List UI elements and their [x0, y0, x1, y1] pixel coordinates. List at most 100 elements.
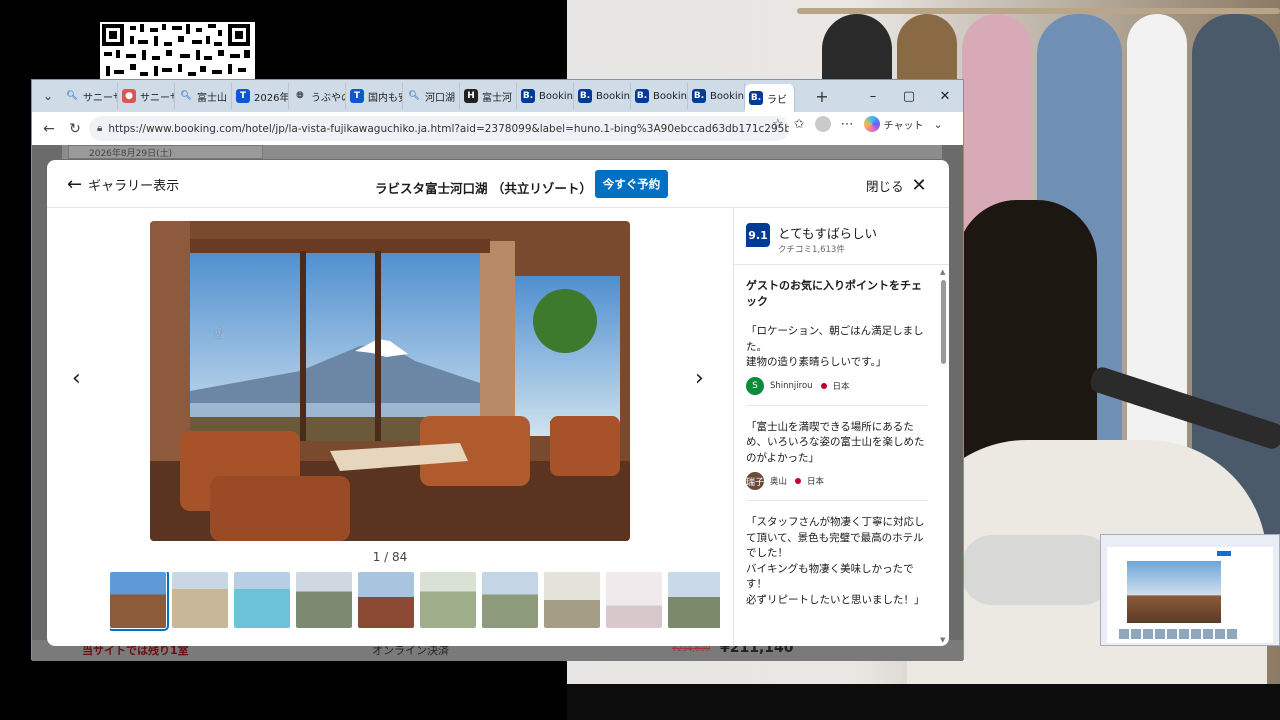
- thumbnail-2[interactable]: [172, 572, 228, 628]
- browser-tab[interactable]: B. Bookin: [631, 83, 688, 109]
- tab-favicon-icon: B.: [635, 89, 649, 103]
- tab-label: サニーサ: [140, 92, 174, 104]
- tab-label: 河口湖: [425, 92, 455, 104]
- rating-label: とてもすばらしい: [778, 226, 878, 241]
- mini-preview-window: [1100, 534, 1280, 646]
- minimize-button[interactable]: –: [855, 89, 891, 104]
- modal-header: ← ギャラリー表示 ラビスタ富士河口湖 （共立リゾート） 今すぐ予約 閉じる ✕: [47, 160, 949, 208]
- chevron-down-icon[interactable]: ⌄: [933, 118, 942, 131]
- reviewer-country: 日本: [807, 477, 825, 487]
- review-text: 「富士山を満喫できる場所にあるため、いろいろな姿の富士山を楽しめたのがよかった」: [746, 420, 925, 464]
- review-scrollbar[interactable]: ▲ ▼: [940, 268, 948, 646]
- copilot-chat-button[interactable]: チャット: [863, 116, 924, 132]
- address-bar-row: ← ↻ 🔒︎ https://www.booking.com/hotel/jp/…: [32, 112, 963, 145]
- reviews-heading: ゲストのお気に入りポイントをチェック: [746, 279, 922, 308]
- browser-tab[interactable]: B. Bookin: [517, 83, 574, 109]
- tab-favicon-icon: B.: [692, 89, 706, 103]
- close-modal-button[interactable]: 閉じる ✕: [866, 176, 927, 195]
- browser-tab[interactable]: T 2026年: [232, 83, 289, 109]
- tab-label: 国内も安: [368, 92, 402, 104]
- url-field[interactable]: 🔒︎ https://www.booking.com/hotel/jp/la-v…: [89, 116, 789, 141]
- previous-photo-button[interactable]: ‹: [72, 366, 81, 391]
- avatar: 瑞子: [746, 472, 764, 490]
- screen: ⌄ 🔍︎ サニーサ ● サニーサ 🔍︎ 富士山 T 2026年 🌐︎ うぶやの T 国内も安 🔍︎ 河口湖…: [0, 0, 1280, 720]
- tab-label: サニーサ: [83, 92, 117, 104]
- japan-flag-icon: [795, 478, 802, 484]
- browser-tab[interactable]: B. ラビ ✕: [745, 84, 795, 112]
- tab-label: Bookin: [653, 90, 688, 102]
- search-icon: 🔍︎: [180, 91, 192, 101]
- browser-tab[interactable]: H 富士河: [460, 83, 517, 109]
- page-content: 2026年8月29日(土) 当サイトでは残り1室 オンライン決済 ¥234,60…: [32, 145, 963, 661]
- review-item: 「ロケーション、朝ごはん満足しました。 建物の造り素晴らしいです。」 S Shinn…: [746, 324, 928, 406]
- tab-label: Bookin: [596, 90, 631, 102]
- thumbnail-5[interactable]: [358, 572, 414, 628]
- profile-avatar[interactable]: [814, 116, 831, 132]
- gallery-view-label: ギャラリー表示: [88, 179, 180, 194]
- chat-label: チャット: [883, 120, 924, 132]
- close-icon: ✕: [911, 174, 927, 196]
- tab-label: 富士河: [482, 92, 512, 104]
- tab-label: 2026年: [254, 92, 289, 104]
- close-tab-icon[interactable]: ✕: [793, 92, 794, 105]
- reviewer-info: S Shinnjirou 日本: [746, 376, 928, 395]
- bottom-strip: [567, 684, 1280, 720]
- tab-favicon-icon: B.: [578, 89, 592, 103]
- reload-icon[interactable]: ↻: [62, 121, 88, 137]
- score-summary: 9.1 とてもすばらしい クチコミ1,613件: [746, 223, 877, 255]
- favorite-star-icon[interactable]: ☆: [772, 117, 784, 132]
- japan-flag-icon: [820, 382, 827, 389]
- sushi-icon: ●: [122, 89, 136, 103]
- close-window-button[interactable]: ✕: [927, 89, 963, 104]
- browser-tab[interactable]: 🔍︎ 河口湖: [403, 83, 460, 109]
- review-list: ゲストのお気に入りポイントをチェック 「ロケーション、朝ごはん満足しました。 建…: [746, 278, 928, 618]
- thumbnail-6[interactable]: [420, 572, 476, 628]
- favorites-icon[interactable]: ✩: [794, 117, 805, 132]
- tab-label: ラビ: [767, 94, 787, 106]
- copilot-icon: [863, 116, 880, 132]
- browser-tab[interactable]: B. Bookin: [574, 83, 631, 109]
- chevron-down-icon: ⌄: [42, 89, 54, 103]
- search-icon: 🔍︎: [66, 91, 78, 101]
- date-field-bg: 2026年8月29日(土): [68, 145, 263, 159]
- tab-label: 富士山: [197, 92, 227, 104]
- plus-icon: +: [815, 86, 829, 106]
- tab-actions-menu[interactable]: ⌄: [35, 84, 61, 108]
- review-panel: 9.1 とてもすばらしい クチコミ1,613件 ゲストのお気に入りポイントをチェ…: [733, 208, 949, 646]
- close-label: 閉じる: [866, 179, 904, 194]
- tab-label: Bookin: [539, 90, 574, 102]
- tab-favicon-icon: B.: [749, 91, 763, 105]
- tab-bar: ⌄ 🔍︎ サニーサ ● サニーサ 🔍︎ 富士山 T 2026年 🌐︎ うぶやの T 国内も安 🔍︎ 河口湖…: [32, 80, 963, 112]
- avatar: S: [746, 376, 764, 395]
- reviewer-info: 瑞子 奥山 日本: [746, 472, 928, 490]
- more-menu-icon[interactable]: ⋯: [841, 117, 854, 132]
- qr-code: [100, 22, 255, 82]
- reviewer-name: Shinnjirou: [770, 380, 813, 391]
- browser-tab[interactable]: 🔍︎ 富士山: [175, 83, 232, 109]
- review-count: クチコミ1,613件: [778, 245, 845, 255]
- thumbnail-4[interactable]: [296, 572, 352, 628]
- browser-tab[interactable]: ● サニーサ: [118, 83, 175, 109]
- main-photo[interactable]: [150, 221, 630, 541]
- new-tab-button[interactable]: +: [809, 84, 835, 108]
- next-photo-button[interactable]: ›: [695, 366, 704, 391]
- gallery-view-button[interactable]: ← ギャラリー表示: [67, 175, 179, 194]
- browser-tab[interactable]: 🔍︎ サニーサ: [61, 83, 118, 109]
- hotel-title: ラビスタ富士河口湖 （共立リゾート）: [375, 181, 592, 196]
- book-now-button[interactable]: 今すぐ予約: [595, 170, 668, 198]
- browser-tab[interactable]: 🌐︎ うぶやの: [289, 83, 346, 109]
- tab-favicon-icon: T: [350, 89, 364, 103]
- maximize-button[interactable]: ▢: [891, 89, 927, 104]
- back-arrow-icon[interactable]: ←: [36, 121, 62, 137]
- thumbnail-10[interactable]: [668, 572, 720, 628]
- browser-tab[interactable]: B. Bookin: [688, 83, 745, 109]
- tab-favicon-icon: H: [464, 89, 478, 103]
- tab-label: Bookin: [710, 90, 745, 102]
- thumbnail-3[interactable]: [234, 572, 290, 628]
- thumbnail-1[interactable]: [110, 572, 169, 631]
- thumbnail-8[interactable]: [544, 572, 600, 628]
- thumbnail-9[interactable]: [606, 572, 662, 628]
- reviewer-name: 奥山: [770, 477, 788, 487]
- thumbnail-7[interactable]: [482, 572, 538, 628]
- browser-tab[interactable]: T 国内も安: [346, 83, 403, 109]
